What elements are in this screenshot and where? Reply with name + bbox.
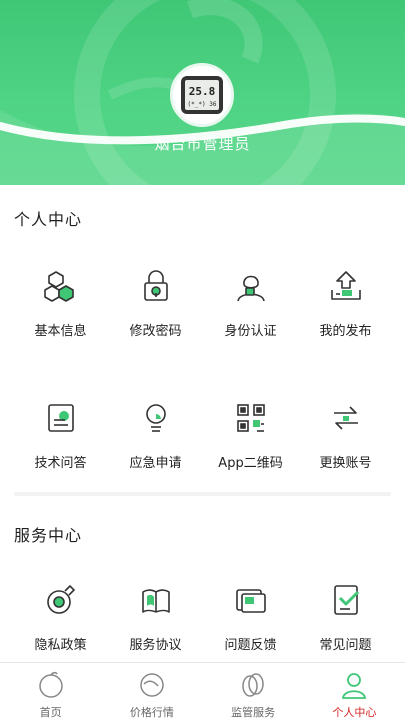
grid-item-app-qrcode[interactable]: App二维码 [200, 398, 301, 471]
grid-item-my-posts[interactable]: 我的发布 [295, 266, 396, 339]
grid-item-label: 服务协议 [129, 638, 182, 653]
tab-label: 首页 [39, 706, 62, 719]
section-divider [14, 492, 391, 496]
tab-price-trend[interactable]: 价格行情 [101, 663, 202, 720]
avatar-reading-sub: (*_*) 36 [188, 101, 217, 108]
grid-item-tech-qa[interactable]: 技术问答 [10, 398, 111, 471]
bulb-icon [136, 398, 176, 438]
qr-code-icon [231, 398, 271, 438]
tab-home[interactable]: 首页 [0, 663, 101, 720]
service-center-title: 服务中心 [14, 526, 83, 545]
grid-item-label: 问题反馈 [224, 638, 277, 653]
grid-item-label: 隐私政策 [34, 638, 87, 653]
tab-supervision[interactable]: 监管服务 [203, 663, 304, 720]
home-icon [34, 669, 68, 701]
thermometer-hygrometer-image: 25.8 (*_*) 36 [181, 76, 223, 114]
bottom-tab-bar: 首页 价格行情 监管服务 个人中心 [0, 662, 405, 720]
feedback-icon [231, 580, 271, 620]
grid-item-basic-info[interactable]: 基本信息 [10, 266, 111, 339]
grid-item-identity-auth[interactable]: 身份认证 [200, 266, 301, 339]
grid-item-emergency[interactable]: 应急申请 [105, 398, 206, 471]
username: 烟台市管理员 [154, 135, 251, 153]
lock-icon [136, 266, 176, 306]
grid-item-label: 我的发布 [319, 324, 372, 339]
grid-item-label: 应急申请 [129, 456, 182, 471]
grid-item-label: 技术问答 [34, 456, 87, 471]
grid-item-label: App二维码 [218, 456, 283, 471]
tab-label: 监管服务 [231, 706, 276, 719]
profile-icon [337, 669, 371, 701]
grid-item-service-agreement[interactable]: 服务协议 [105, 580, 206, 653]
tab-label: 价格行情 [129, 706, 174, 719]
privacy-icon [41, 580, 81, 620]
profile-header: 25.8 (*_*) 36 烟台市管理员 [0, 0, 405, 185]
agreement-icon [136, 580, 176, 620]
tab-profile[interactable]: 个人中心 [304, 663, 405, 720]
cubes-icon [41, 266, 81, 306]
switch-icon [326, 398, 366, 438]
person-id-icon [231, 266, 271, 306]
tab-label: 个人中心 [332, 706, 377, 719]
qa-doc-icon [41, 398, 81, 438]
price-trend-icon [135, 669, 169, 701]
upload-icon [326, 266, 366, 306]
grid-item-label: 修改密码 [129, 324, 182, 339]
grid-item-label: 身份认证 [224, 324, 277, 339]
personal-center-title: 个人中心 [14, 210, 83, 229]
grid-item-label: 常见问题 [319, 638, 372, 653]
avatar[interactable]: 25.8 (*_*) 36 [170, 63, 234, 127]
grid-item-feedback[interactable]: 问题反馈 [200, 580, 301, 653]
grid-item-faq[interactable]: 常见问题 [295, 580, 396, 653]
supervision-icon [236, 669, 270, 701]
grid-item-privacy-policy[interactable]: 隐私政策 [10, 580, 111, 653]
grid-item-label: 更换账号 [319, 456, 372, 471]
faq-icon [326, 580, 366, 620]
avatar-reading-main: 25.8 [189, 85, 216, 98]
grid-item-change-password[interactable]: 修改密码 [105, 266, 206, 339]
grid-item-switch-account[interactable]: 更换账号 [295, 398, 396, 471]
grid-item-label: 基本信息 [34, 324, 87, 339]
